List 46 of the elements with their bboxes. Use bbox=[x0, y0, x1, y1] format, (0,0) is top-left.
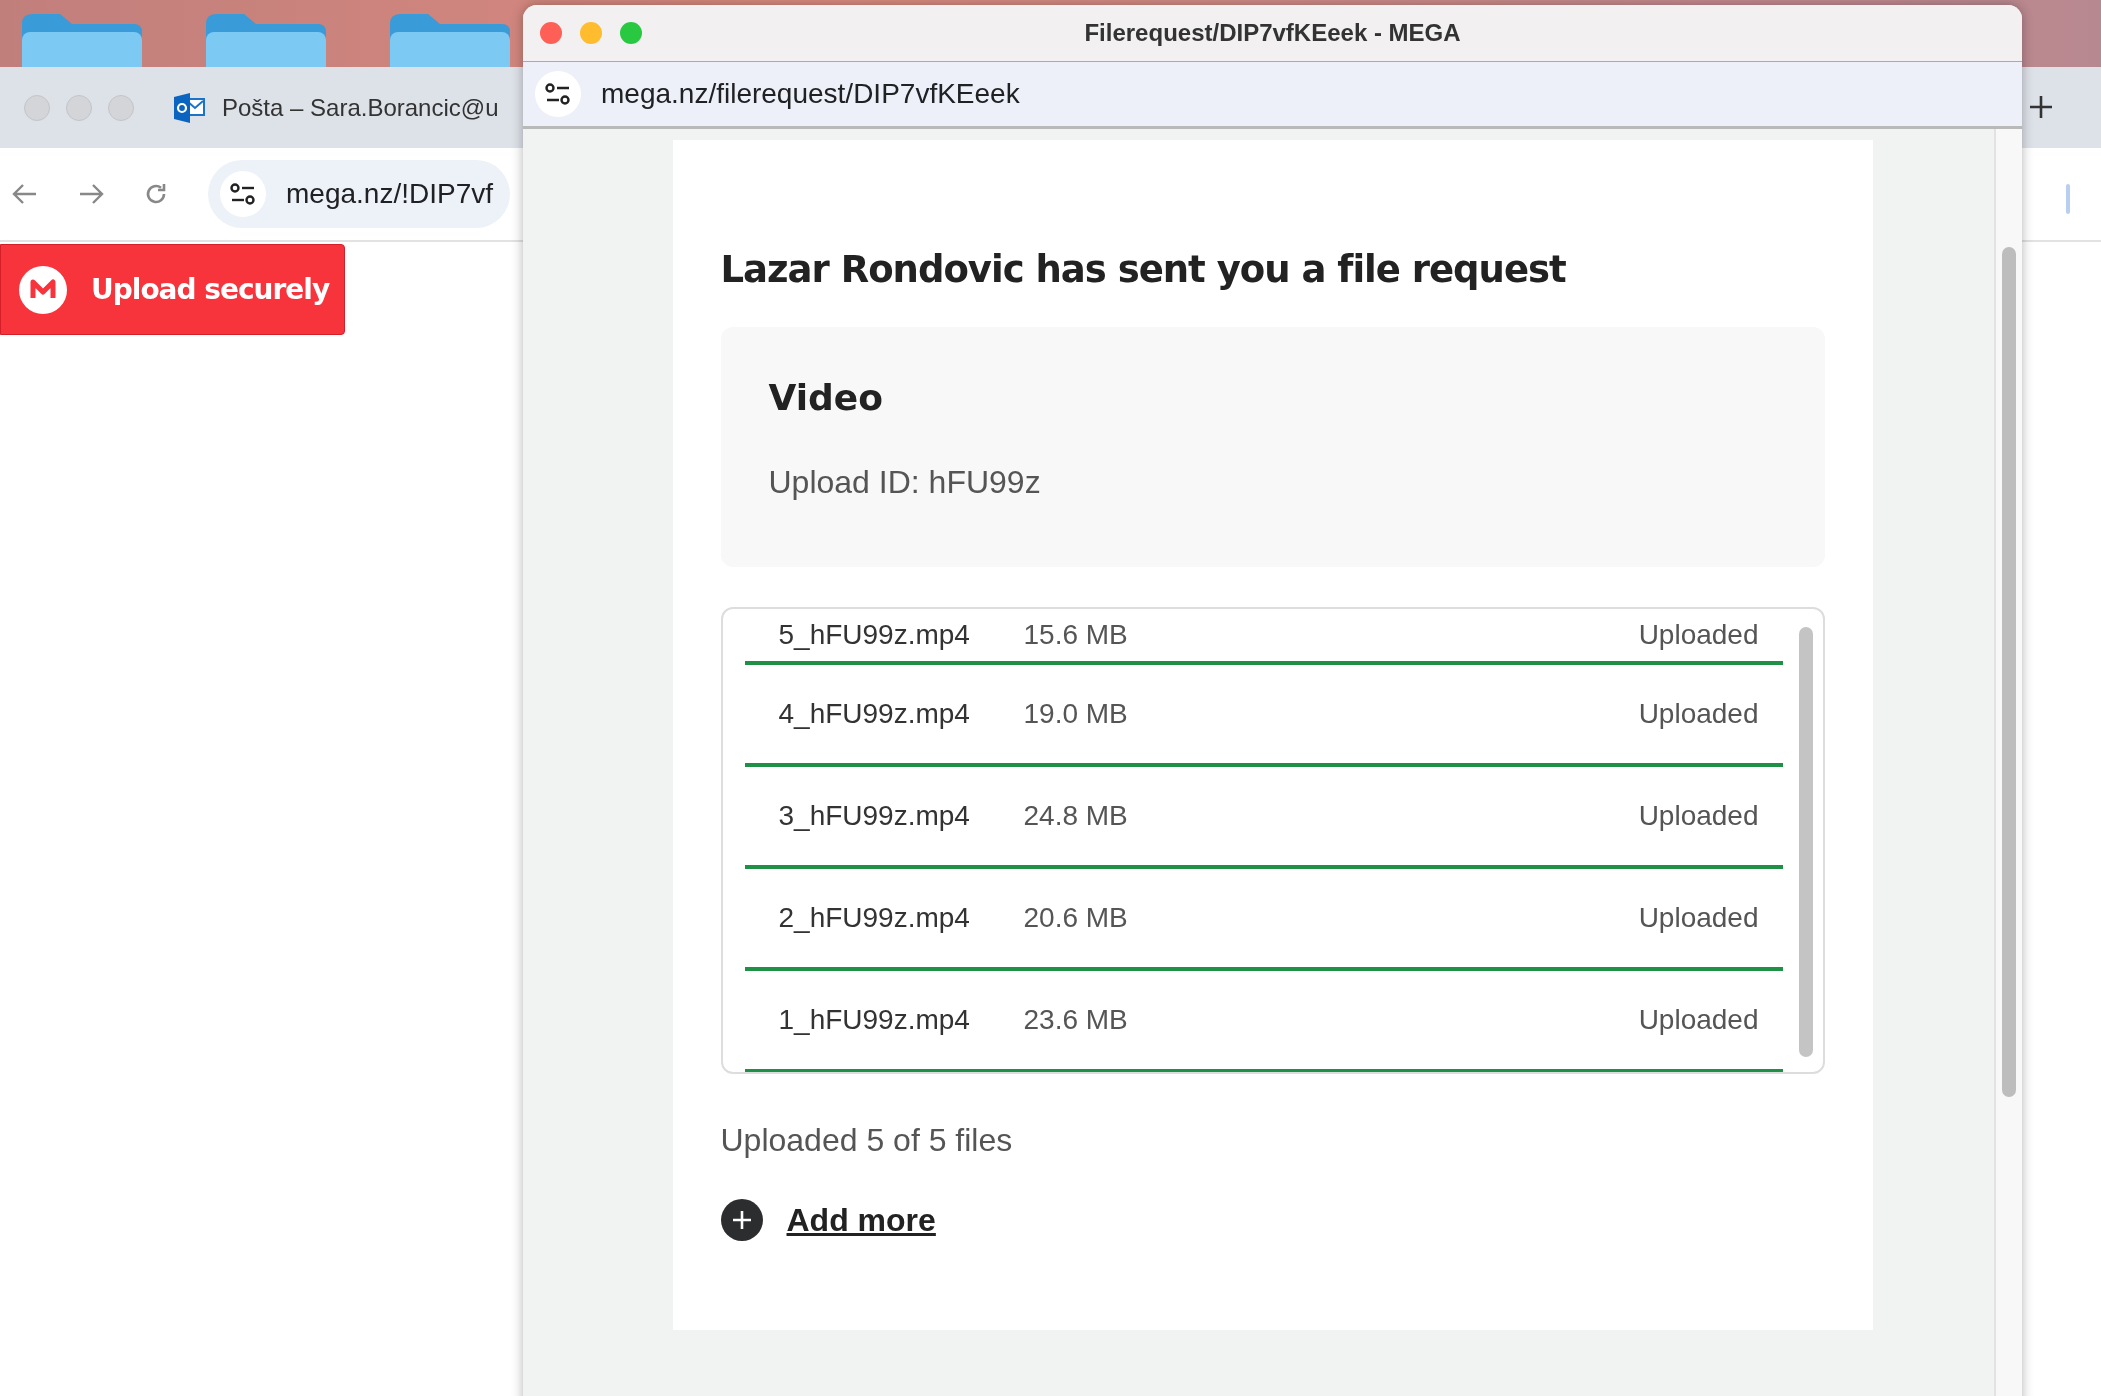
window-button[interactable] bbox=[66, 94, 92, 121]
file-size: 19.0 MB bbox=[1023, 698, 1129, 730]
folder-icon[interactable] bbox=[390, 14, 510, 67]
request-heading: Lazar Rondovic has sent you a file request bbox=[720, 248, 1567, 291]
site-settings-icon[interactable] bbox=[545, 83, 571, 105]
request-title: Video bbox=[768, 377, 884, 418]
reload-icon[interactable] bbox=[144, 182, 168, 206]
file-name: 2_hFU99z.mp4 bbox=[778, 902, 971, 934]
folder-icon[interactable] bbox=[206, 14, 326, 67]
bookmark-bar-icon bbox=[2066, 184, 2072, 216]
window-title: Filerequest/DIP7vfKEeek - MEGA bbox=[1084, 19, 1461, 47]
file-name: 3_hFU99z.mp4 bbox=[778, 800, 971, 832]
site-settings-icon[interactable] bbox=[230, 183, 256, 205]
file-size: 23.6 MB bbox=[1023, 1004, 1129, 1036]
tab-title[interactable]: Pošta – Sara.Borancic@u bbox=[222, 93, 499, 122]
file-name: 5_hFU99z.mp4 bbox=[778, 619, 971, 651]
upload-status: Uploaded bbox=[1638, 619, 1759, 651]
folder-icon[interactable] bbox=[22, 14, 142, 67]
back-icon[interactable] bbox=[12, 183, 38, 205]
scrollbar-thumb[interactable] bbox=[1798, 627, 1813, 1057]
forward-icon[interactable] bbox=[78, 183, 104, 205]
upload-button[interactable]: Upload securely bbox=[0, 244, 345, 335]
add-more-link[interactable]: Add more bbox=[786, 1201, 936, 1239]
address-bar[interactable]: mega.nz/!DIP7vf bbox=[208, 160, 510, 228]
upload-status: Uploaded bbox=[1638, 902, 1759, 934]
new-tab-icon[interactable] bbox=[2030, 96, 2052, 118]
add-icon[interactable] bbox=[720, 1199, 763, 1241]
file-name: 1_hFU99z.mp4 bbox=[778, 1004, 971, 1036]
upload-id: Upload ID: hFU99z bbox=[768, 464, 1042, 501]
window-button[interactable] bbox=[24, 94, 50, 121]
scrollbar-thumb[interactable] bbox=[2002, 247, 2016, 1097]
logo-icon bbox=[19, 265, 67, 314]
close-button[interactable] bbox=[540, 22, 562, 44]
zoom-button[interactable] bbox=[620, 22, 642, 44]
minimize-button[interactable] bbox=[580, 22, 602, 44]
file-size: 24.8 MB bbox=[1023, 800, 1129, 832]
window-button[interactable] bbox=[108, 94, 134, 121]
file-size: 15.6 MB bbox=[1023, 619, 1129, 651]
mail-app-icon bbox=[174, 92, 206, 123]
upload-summary: Uploaded 5 of 5 files bbox=[720, 1122, 1014, 1159]
file-name: 4_hFU99z.mp4 bbox=[778, 698, 971, 730]
upload-status: Uploaded bbox=[1638, 1004, 1759, 1036]
upload-status: Uploaded bbox=[1638, 698, 1759, 730]
upload-status: Uploaded bbox=[1638, 800, 1759, 832]
address-bar: mega.nz/filerequest/DIP7vfKEeek bbox=[523, 62, 2022, 129]
file-size: 20.6 MB bbox=[1023, 902, 1129, 934]
